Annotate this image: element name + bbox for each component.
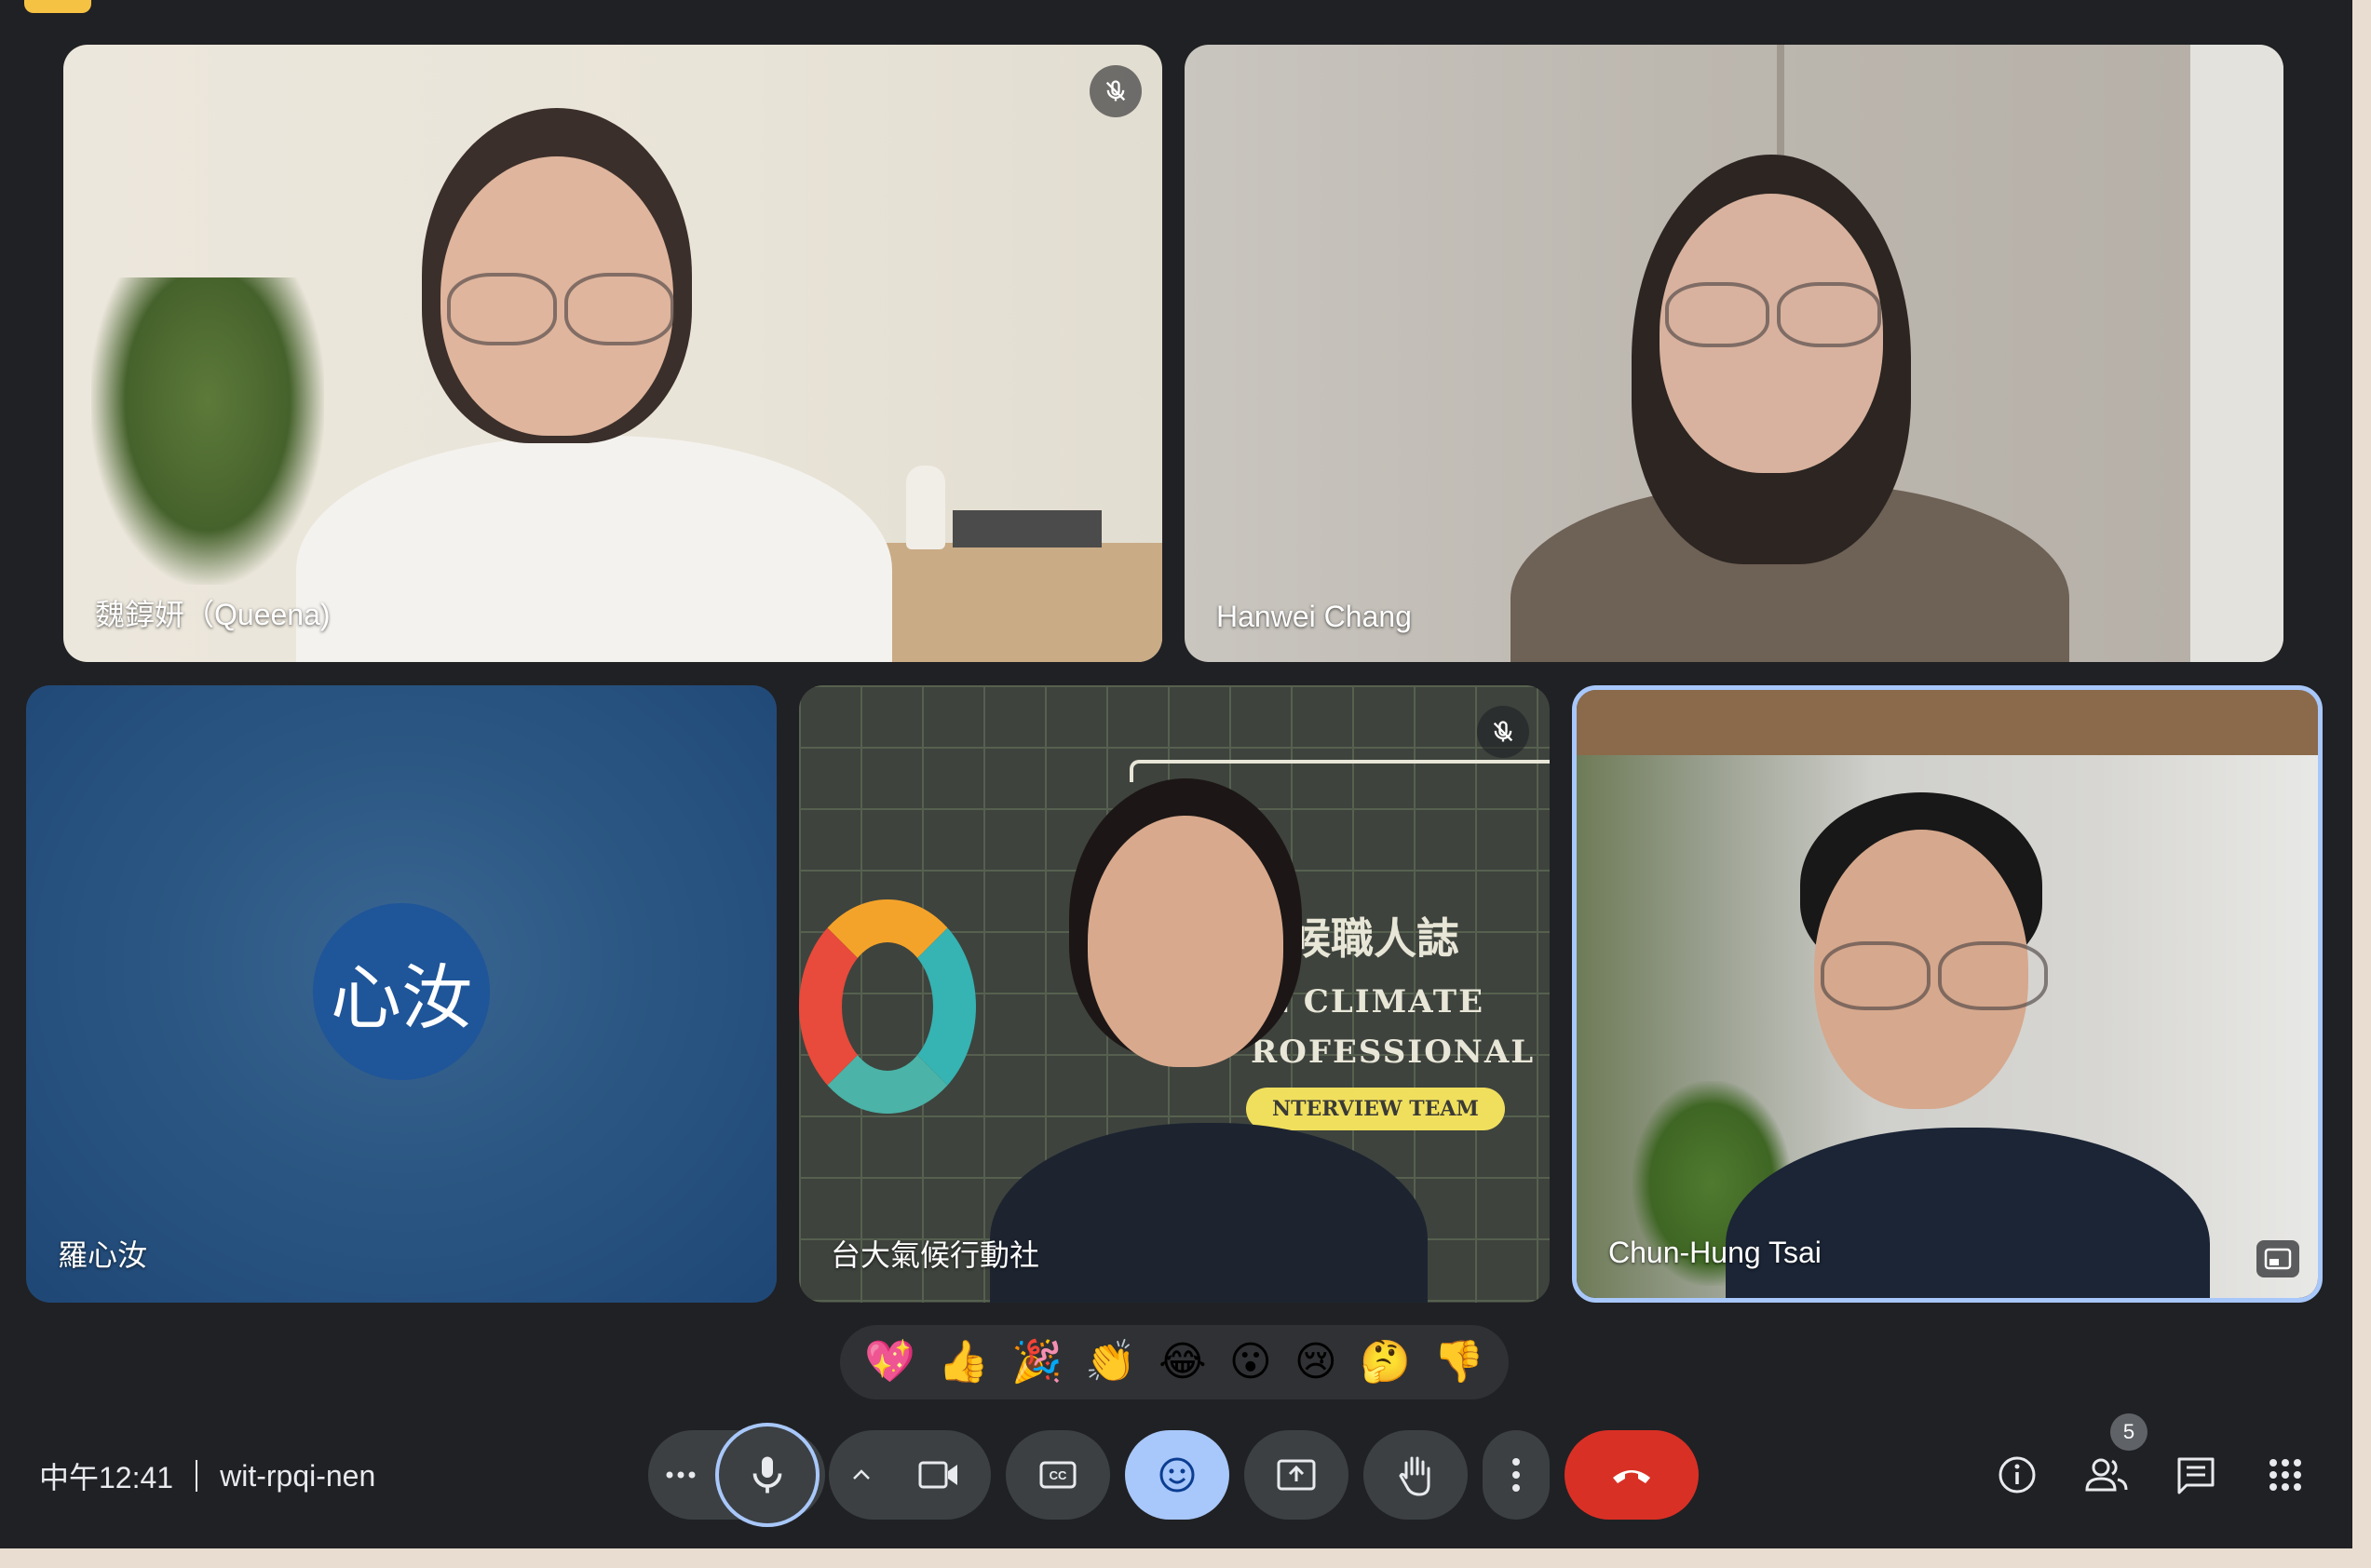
apps-grid-icon	[2269, 1459, 2301, 1491]
raise-hand-button[interactable]	[1363, 1430, 1468, 1520]
more-horizontal-icon	[666, 1471, 696, 1479]
more-vert-icon	[1512, 1458, 1520, 1492]
info-icon	[1998, 1456, 2036, 1494]
leave-call-button[interactable]	[1565, 1430, 1699, 1520]
slide-line-2: E CLIMATE	[1265, 983, 1484, 1021]
camera-icon	[918, 1461, 957, 1489]
mic-off-icon	[1105, 80, 1126, 101]
participant-name: Hanwei Chang	[1216, 600, 1412, 633]
meeting-code[interactable]: wit-rpqi-nen	[220, 1459, 375, 1494]
participant-name: 羅心汝	[58, 1238, 148, 1272]
reaction-thinking[interactable]: 🤔	[1360, 1342, 1411, 1383]
emoji-icon	[1159, 1457, 1195, 1493]
reaction-surprised[interactable]: 😮	[1229, 1342, 1272, 1383]
meeting-info: 中午12:41 wit-rpqi-nen	[39, 1454, 375, 1497]
slide-line-3: ROFESSIONAL S	[1251, 1034, 1550, 1071]
slide-title: 候職人誌	[1288, 913, 1459, 964]
top-chip[interactable]	[24, 0, 91, 13]
activities-button[interactable]	[2256, 1445, 2315, 1505]
captions-button[interactable]: CC	[1006, 1430, 1110, 1520]
pin-tile-button[interactable]	[2256, 1240, 2299, 1277]
reaction-party-popper[interactable]: 🎉	[1011, 1342, 1063, 1383]
audio-settings-button[interactable]	[648, 1470, 713, 1480]
microphone-button[interactable]	[715, 1423, 820, 1527]
reaction-thumbs-down[interactable]: 👎	[1433, 1342, 1484, 1383]
chat-button[interactable]	[2166, 1445, 2226, 1505]
people-icon	[2085, 1458, 2128, 1492]
closed-captions-icon: CC	[1039, 1461, 1077, 1489]
participant-avatar: 心汝	[313, 903, 490, 1080]
video-tile-climate-club[interactable]: 候職人誌 E CLIMATE ROFESSIONAL S NTERVIEW TE…	[799, 685, 1550, 1303]
more-options-button[interactable]	[1483, 1430, 1550, 1520]
svg-text:CC: CC	[1050, 1468, 1067, 1482]
mic-off-badge	[1477, 706, 1529, 758]
reaction-thumbs-up[interactable]: 👍	[938, 1342, 989, 1383]
participant-name: 魏錞妍（Queena)	[95, 598, 331, 631]
camera-control-group	[829, 1430, 991, 1520]
video-tile-hanwei-chang[interactable]: Hanwei Chang	[1185, 45, 2283, 662]
microphone-icon	[752, 1456, 782, 1494]
video-tile-chun-hung-tsai[interactable]: Chun-Hung Tsai	[1572, 685, 2323, 1303]
end-call-icon	[1613, 1470, 1650, 1483]
meeting-time: 中午12:41	[39, 1461, 174, 1494]
reactions-bar: 💖 👍 🎉 👏 😂 😮 😢 🤔 👎	[840, 1325, 1509, 1399]
meeting-details-button[interactable]	[1987, 1445, 2047, 1505]
reactions-button[interactable]	[1125, 1430, 1229, 1520]
present-screen-icon	[1277, 1459, 1316, 1491]
reaction-sparkling-heart[interactable]: 💖	[864, 1342, 915, 1383]
reaction-clapping[interactable]: 👏	[1085, 1342, 1136, 1383]
mic-off-badge	[1090, 65, 1142, 117]
participant-name: Chun-Hung Tsai	[1608, 1236, 1822, 1269]
participant-name: 台大氣候行動社	[831, 1238, 1040, 1272]
chevron-up-icon	[853, 1469, 870, 1480]
mic-off-icon	[1493, 721, 1513, 742]
picture-in-picture-icon	[2264, 1248, 2292, 1270]
reaction-laughing[interactable]: 😂	[1158, 1342, 1206, 1383]
raise-hand-icon	[1399, 1456, 1430, 1496]
camera-settings-button[interactable]	[829, 1468, 894, 1481]
reaction-sad[interactable]: 😢	[1294, 1342, 1337, 1383]
meet-window: 魏錞妍（Queena) Hanwei Chang 羅心汝 心汝 候職人誌 E C…	[0, 0, 2352, 1548]
slide-badge: NTERVIEW TEAM	[1246, 1088, 1505, 1130]
camera-button[interactable]	[894, 1430, 983, 1520]
participant-count-badge: 5	[2110, 1413, 2147, 1451]
people-button[interactable]	[2077, 1445, 2136, 1505]
present-button[interactable]	[1244, 1430, 1348, 1520]
chat-icon	[2177, 1457, 2215, 1494]
video-tile-queena[interactable]: 魏錞妍（Queena)	[63, 45, 1162, 662]
divider	[196, 1460, 198, 1492]
